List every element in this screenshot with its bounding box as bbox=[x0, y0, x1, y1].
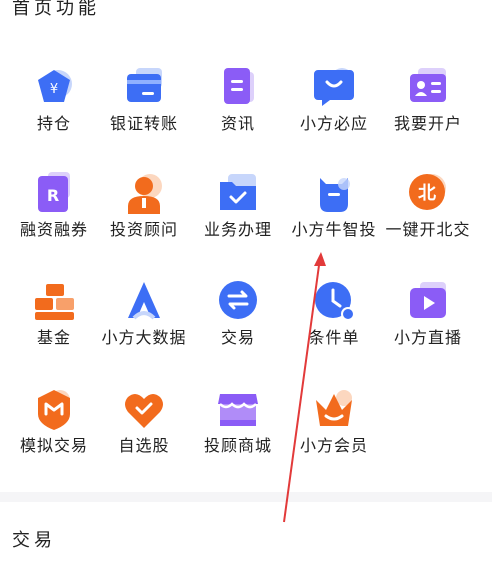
function-label: 投顾商城 bbox=[203, 436, 272, 455]
chat-bubble-icon bbox=[314, 68, 354, 106]
svg-text:R: R bbox=[47, 186, 59, 205]
function-label: 小方大数据 bbox=[101, 328, 187, 347]
function-label: 银证转账 bbox=[109, 114, 178, 133]
big-data-icon bbox=[128, 282, 160, 320]
function-item-conditional-order[interactable]: 条件单 bbox=[286, 278, 382, 378]
function-item-fund[interactable]: 基金 bbox=[6, 278, 102, 378]
heart-check-icon bbox=[125, 393, 163, 428]
function-label: 条件单 bbox=[308, 328, 360, 347]
function-label: 一键开北交 bbox=[385, 220, 471, 239]
function-label: 小方必应 bbox=[299, 114, 368, 133]
function-label: 小方直播 bbox=[393, 328, 462, 347]
bank-card-icon bbox=[127, 68, 162, 102]
section-title-trade: 交易 bbox=[12, 530, 56, 551]
function-item-xiaofang-biying[interactable]: 小方必应 bbox=[286, 64, 382, 164]
function-item-open-account[interactable]: 我要开户 bbox=[380, 64, 476, 164]
video-play-icon bbox=[410, 282, 446, 318]
function-item-membership[interactable]: 小方会员 bbox=[286, 386, 382, 486]
function-item-news[interactable]: 资讯 bbox=[190, 64, 286, 164]
function-label: 交易 bbox=[220, 328, 255, 347]
function-label: 小方牛智投 bbox=[291, 220, 377, 239]
margin-r-icon: R bbox=[38, 172, 70, 212]
function-item-xiaofang-niu-zhitou[interactable]: 小方牛智投 bbox=[286, 170, 382, 270]
function-item-advisor-mall[interactable]: 投顾商城 bbox=[190, 386, 286, 486]
crown-icon bbox=[316, 390, 352, 426]
function-item-open-bse[interactable]: 北 一键开北交 bbox=[380, 170, 476, 270]
storefront-icon bbox=[218, 394, 258, 426]
function-item-live-stream[interactable]: 小方直播 bbox=[380, 278, 476, 378]
function-item-business-handling[interactable]: 业务办理 bbox=[190, 170, 286, 270]
simulation-badge-icon bbox=[38, 390, 70, 430]
id-card-icon bbox=[410, 68, 446, 102]
advisor-person-icon bbox=[128, 174, 162, 214]
function-label: 业务办理 bbox=[203, 220, 272, 239]
clock-icon bbox=[315, 282, 355, 321]
bse-badge-icon: 北 bbox=[409, 174, 446, 210]
function-item-holdings[interactable]: ¥ 持仓 bbox=[6, 64, 102, 164]
section-title-home-functions: 首页功能 bbox=[12, 0, 100, 19]
gold-bars-icon bbox=[35, 284, 74, 320]
folder-check-icon bbox=[220, 174, 256, 210]
function-label: 投资顾问 bbox=[109, 220, 178, 239]
function-label: 我要开户 bbox=[393, 114, 462, 133]
svg-text:北: 北 bbox=[418, 183, 436, 204]
svg-text:¥: ¥ bbox=[50, 82, 58, 97]
function-item-margin-trading[interactable]: R 融资融券 bbox=[6, 170, 102, 270]
function-item-trade[interactable]: 交易 bbox=[190, 278, 286, 378]
bull-icon bbox=[320, 178, 350, 212]
document-icon bbox=[224, 68, 254, 104]
exchange-arrows-icon bbox=[219, 281, 257, 319]
yen-shield-icon: ¥ bbox=[38, 70, 72, 102]
function-item-watchlist[interactable]: 自选股 bbox=[96, 386, 192, 486]
function-label: 小方会员 bbox=[299, 436, 368, 455]
section-divider bbox=[0, 492, 492, 502]
function-item-bank-transfer[interactable]: 银证转账 bbox=[96, 64, 192, 164]
function-item-investment-advisor[interactable]: 投资顾问 bbox=[96, 170, 192, 270]
function-item-simulated-trading[interactable]: 模拟交易 bbox=[6, 386, 102, 486]
function-item-big-data[interactable]: 小方大数据 bbox=[96, 278, 192, 378]
function-label: 资讯 bbox=[220, 114, 255, 133]
function-label: 自选股 bbox=[118, 436, 170, 455]
